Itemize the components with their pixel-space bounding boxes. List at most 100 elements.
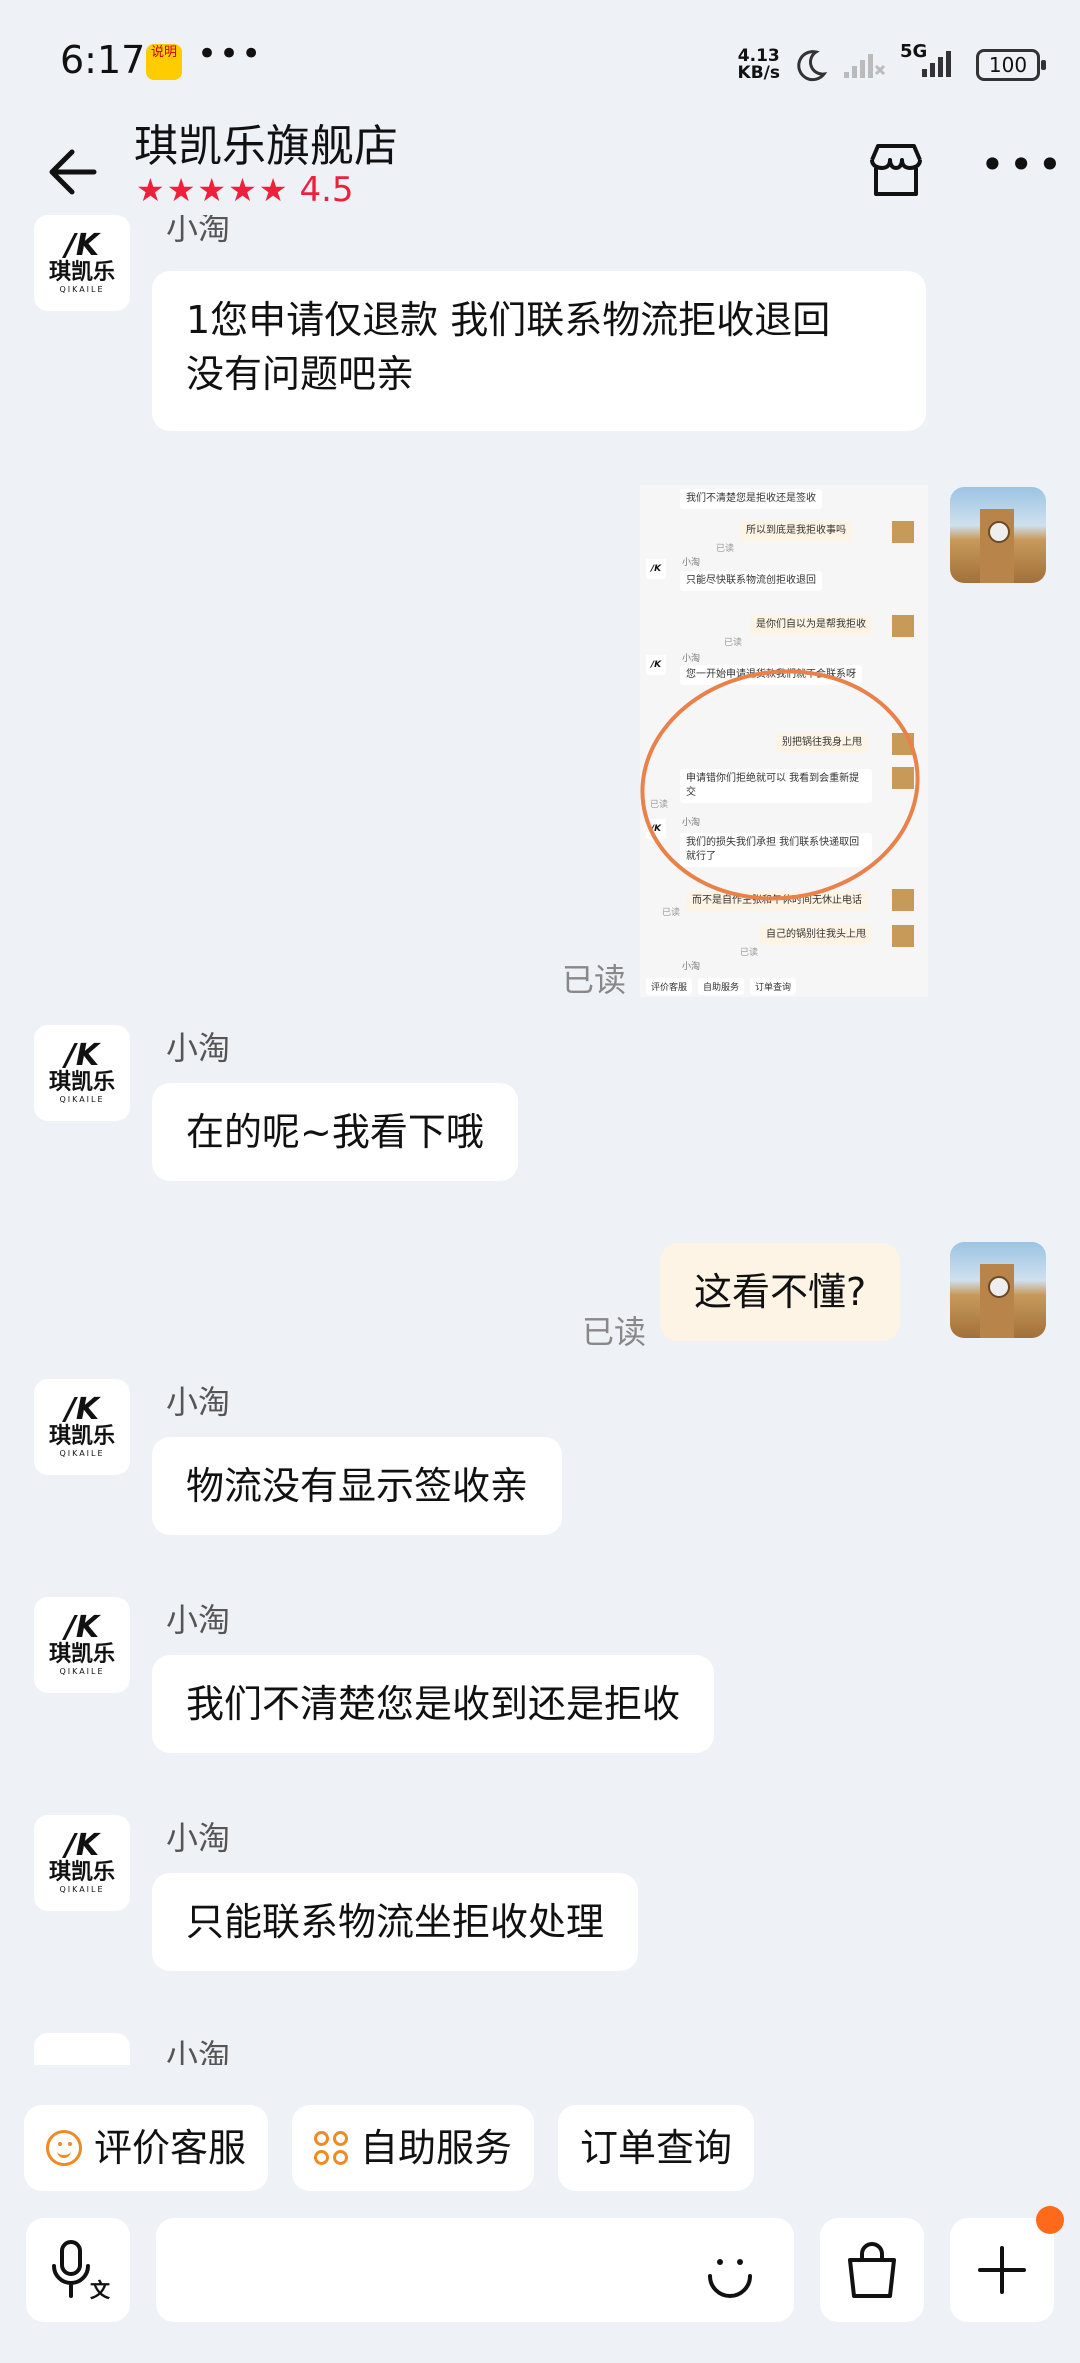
mini-name: 小淘 bbox=[682, 558, 701, 568]
sender-name: 小淘 bbox=[166, 215, 231, 247]
shop-logo-name: 琪凯乐 bbox=[48, 1642, 115, 1667]
sender-name: 小淘 bbox=[166, 1383, 231, 1421]
message-bubble[interactable]: 我们不清楚您是收到还是拒收 bbox=[152, 1655, 715, 1753]
network-speed: 4.13 KB/s bbox=[738, 48, 780, 82]
self-service-label: 自助服务 bbox=[360, 2126, 513, 2170]
moon-icon bbox=[797, 50, 828, 82]
message-bubble[interactable]: 在的呢~我看下哦 bbox=[152, 1083, 518, 1181]
more-options-icon[interactable]: ••• bbox=[980, 140, 1066, 189]
store-icon[interactable] bbox=[866, 142, 926, 198]
rate-service-label: 评价客服 bbox=[94, 2126, 247, 2170]
mini-avatar bbox=[892, 889, 914, 911]
rating-score: 4.5 bbox=[299, 170, 354, 210]
shop-logo-name: 琪凯乐 bbox=[48, 1860, 115, 1885]
screenshot-image-message[interactable]: 我们不清楚您是拒收还是签收 所以到底是我拒收事吗 已读 /K 小淘 只能尽快联系… bbox=[640, 485, 928, 997]
mini-message: 只能尽快联系物流创拒收退回 bbox=[680, 571, 822, 591]
chat-header: 琪凯乐旗舰店 ★★★★★ 4.5 ••• bbox=[0, 100, 1080, 220]
mini-read: 已读 bbox=[716, 544, 735, 554]
more-notifications-icon: ••• bbox=[197, 34, 264, 74]
message-bubble[interactable]: 物流没有显示签收亲 bbox=[152, 1437, 563, 1535]
self-service-button[interactable]: 自助服务 bbox=[292, 2105, 535, 2191]
sender-name: 小淘 bbox=[166, 1819, 231, 1857]
grid-icon bbox=[314, 2131, 348, 2165]
mini-name: 小淘 bbox=[682, 654, 701, 664]
shop-logo-en: QIKAILE bbox=[59, 285, 105, 294]
message-text: 这看不懂? bbox=[694, 1270, 867, 1314]
battery-icon: 100 bbox=[976, 49, 1046, 81]
shop-avatar[interactable]: /K 琪凯乐 QIKAILE bbox=[34, 1815, 130, 1911]
shop-avatar[interactable]: /K bbox=[34, 2033, 130, 2065]
sender-name: 小淘 bbox=[166, 1601, 231, 1639]
plus-button[interactable] bbox=[950, 2206, 1064, 2322]
quick-actions-bar: 评价客服 自助服务 订单查询 bbox=[0, 2095, 1080, 2195]
mini-avatar bbox=[892, 925, 914, 947]
voice-to-text-label: 文 bbox=[90, 2278, 110, 2302]
mini-name: 小淘 bbox=[682, 962, 701, 972]
shop-logo-name: 琪凯乐 bbox=[48, 260, 115, 285]
sender-name: 小淘 bbox=[166, 2037, 231, 2065]
shop-logo-mark: /K bbox=[64, 1828, 100, 1863]
shop-logo-mark: /K bbox=[64, 228, 100, 263]
back-arrow-icon[interactable] bbox=[42, 142, 102, 202]
shop-logo-en: QIKAILE bbox=[59, 1095, 105, 1104]
mini-shop-avatar: /K bbox=[646, 559, 666, 579]
shop-logo-mark: /K bbox=[64, 1038, 100, 1073]
mini-bar-item: 评价客服 bbox=[646, 977, 693, 995]
shop-avatar[interactable]: /K 琪凯乐 QIKAILE bbox=[34, 1025, 130, 1121]
my-message-bubble[interactable]: 这看不懂? bbox=[660, 1243, 901, 1341]
chat-list[interactable]: /K 琪凯乐 QIKAILE 小淘 1您申请仅退款 我们联系物流拒收退回 没有问… bbox=[0, 215, 1080, 2065]
shop-avatar[interactable]: /K 琪凯乐 QIKAILE bbox=[34, 1379, 130, 1475]
shop-logo-en: QIKAILE bbox=[59, 1449, 105, 1458]
shopping-bag-icon bbox=[848, 2242, 896, 2298]
mini-avatar bbox=[892, 521, 914, 543]
shopping-bag-button[interactable] bbox=[820, 2218, 924, 2322]
cell-signal-icon bbox=[922, 51, 951, 77]
order-query-button[interactable]: 订单查询 bbox=[558, 2105, 755, 2191]
app-notification-icon: 说明 bbox=[146, 44, 182, 80]
shop-logo-name: 琪凯乐 bbox=[48, 1070, 115, 1095]
my-avatar[interactable] bbox=[950, 1242, 1046, 1338]
read-receipt: 已读 bbox=[562, 961, 627, 999]
shop-logo-en: QIKAILE bbox=[59, 1667, 105, 1676]
input-bar: 文 bbox=[0, 2200, 1080, 2363]
mini-quickbar: 评价客服 自助服务 订单查询 bbox=[640, 975, 928, 997]
emoji-icon[interactable] bbox=[702, 2244, 758, 2300]
message-text: 1您申请仅退款 我们联系物流拒收退回 bbox=[186, 298, 831, 342]
status-right: 4.13 KB/s 5G 100 bbox=[738, 40, 1046, 90]
mini-avatar bbox=[892, 615, 914, 637]
shop-logo-mark: /K bbox=[64, 1610, 100, 1645]
mini-bar-item: 订单查询 bbox=[750, 977, 797, 995]
mini-message: 是你们自以为是帮我拒收 bbox=[750, 615, 872, 635]
notification-dot bbox=[1036, 2206, 1064, 2234]
message-text: 物流没有显示签收亲 bbox=[186, 1464, 529, 1508]
message-bubble[interactable]: 1您申请仅退款 我们联系物流拒收退回 没有问题吧亲 bbox=[152, 271, 926, 431]
order-query-label: 订单查询 bbox=[580, 2126, 733, 2170]
mini-message: 自己的锅别往我头上甩 bbox=[760, 925, 872, 945]
sender-name: 小淘 bbox=[166, 1029, 231, 1067]
message-text: 在的呢~我看下哦 bbox=[186, 1110, 484, 1154]
shop-logo-mark: /K bbox=[64, 1392, 100, 1427]
wifi-off-signal-icon bbox=[844, 54, 886, 78]
status-time: 6:17 bbox=[60, 38, 146, 82]
shop-avatar[interactable]: /K 琪凯乐 QIKAILE bbox=[34, 215, 130, 311]
rating-stars-icon: ★★★★★ bbox=[136, 171, 290, 209]
shop-rating: ★★★★★ 4.5 bbox=[136, 170, 354, 210]
shop-avatar[interactable]: /K 琪凯乐 QIKAILE bbox=[34, 1597, 130, 1693]
message-bubble[interactable]: 只能联系物流坐拒收处理 bbox=[152, 1873, 639, 1971]
mini-read: 已读 bbox=[662, 908, 681, 918]
cell-signal: 5G bbox=[900, 41, 962, 85]
my-avatar[interactable] bbox=[950, 487, 1046, 583]
mini-read: 已读 bbox=[740, 948, 759, 958]
shop-logo-en: QIKAILE bbox=[59, 1885, 105, 1894]
shop-logo-name: 琪凯乐 bbox=[48, 1424, 115, 1449]
plus-icon bbox=[978, 2246, 1026, 2294]
rate-service-button[interactable]: 评价客服 bbox=[24, 2105, 269, 2191]
mini-message: 我们不清楚您是拒收还是签收 bbox=[680, 489, 822, 509]
voice-button[interactable]: 文 bbox=[26, 2218, 130, 2322]
message-input[interactable] bbox=[156, 2218, 794, 2322]
mini-message: 所以到底是我拒收事吗 bbox=[740, 521, 852, 541]
mini-bar-item: 自助服务 bbox=[698, 977, 745, 995]
read-receipt: 已读 bbox=[582, 1313, 647, 1351]
mini-read: 已读 bbox=[724, 638, 743, 648]
orange-circle-annotation bbox=[640, 651, 928, 919]
